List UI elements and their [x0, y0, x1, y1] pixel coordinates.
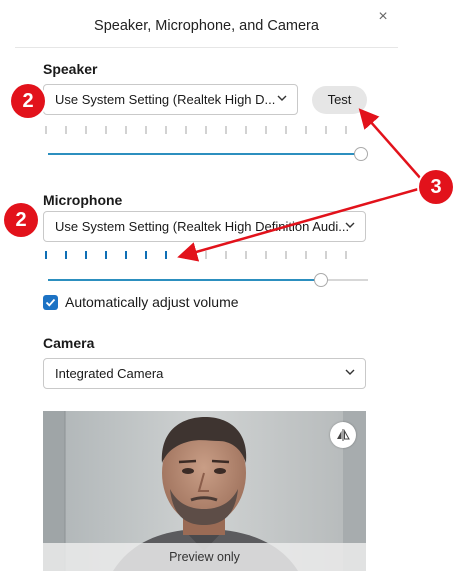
- level-tick: [85, 251, 87, 259]
- level-tick: [285, 251, 287, 259]
- speaker-level-meter: [45, 126, 365, 134]
- level-tick: [165, 251, 167, 259]
- chevron-down-icon: [345, 222, 355, 228]
- level-tick: [65, 251, 67, 259]
- level-tick: [145, 251, 147, 259]
- level-tick: [65, 126, 67, 134]
- camera-label: Camera: [43, 335, 95, 351]
- annotation-badge-3: 3: [419, 170, 453, 204]
- slider-fill: [48, 153, 361, 155]
- checkmark-icon: [45, 298, 56, 307]
- level-tick: [145, 126, 147, 134]
- slider-thumb[interactable]: [314, 273, 328, 287]
- auto-adjust-checkbox[interactable]: [43, 294, 58, 310]
- level-tick: [325, 126, 327, 134]
- level-tick: [125, 251, 127, 259]
- close-icon[interactable]: ×: [376, 9, 390, 25]
- level-tick: [285, 126, 287, 134]
- level-tick: [205, 251, 207, 259]
- dialog-header: Speaker, Microphone, and Camera ×: [15, 0, 398, 48]
- microphone-select-value: Use System Setting (Realtek High Definit…: [55, 219, 350, 234]
- slider-fill: [48, 279, 321, 281]
- level-tick: [165, 126, 167, 134]
- level-tick: [205, 126, 207, 134]
- level-tick: [325, 251, 327, 259]
- mirror-flip-icon: [337, 429, 350, 441]
- level-tick: [345, 251, 347, 259]
- level-tick: [265, 126, 267, 134]
- level-tick: [245, 126, 247, 134]
- chevron-down-icon: [277, 95, 287, 101]
- level-tick: [345, 126, 347, 134]
- level-tick: [305, 251, 307, 259]
- speaker-select[interactable]: Use System Setting (Realtek High D...: [43, 84, 298, 115]
- level-tick: [305, 126, 307, 134]
- level-tick: [225, 251, 227, 259]
- speaker-select-value: Use System Setting (Realtek High D...: [55, 92, 276, 107]
- chevron-down-icon: [345, 369, 355, 375]
- annotation-badge-2-speaker: 2: [11, 84, 45, 118]
- auto-adjust-label: Automatically adjust volume: [65, 294, 239, 310]
- level-tick: [245, 251, 247, 259]
- auto-adjust-row[interactable]: Automatically adjust volume: [43, 292, 239, 312]
- microphone-volume-slider[interactable]: [48, 273, 368, 287]
- level-tick: [185, 251, 187, 259]
- mirror-flip-button[interactable]: [330, 422, 356, 448]
- level-tick: [265, 251, 267, 259]
- slider-thumb[interactable]: [354, 147, 368, 161]
- annotation-badge-2-microphone: 2: [4, 203, 38, 237]
- level-tick: [85, 126, 87, 134]
- level-tick: [185, 126, 187, 134]
- dialog-title: Speaker, Microphone, and Camera: [94, 18, 319, 34]
- speaker-volume-slider[interactable]: [48, 147, 368, 161]
- camera-select-value: Integrated Camera: [55, 366, 164, 381]
- level-tick: [45, 126, 47, 134]
- level-tick: [125, 126, 127, 134]
- av-settings-dialog: Speaker, Microphone, and Camera × Speake…: [15, 0, 398, 571]
- camera-select[interactable]: Integrated Camera: [43, 358, 366, 389]
- camera-preview: Preview only: [43, 411, 366, 571]
- speaker-label: Speaker: [43, 61, 98, 77]
- level-tick: [105, 251, 107, 259]
- preview-caption: Preview only: [43, 543, 366, 571]
- speaker-test-button[interactable]: Test: [312, 86, 367, 114]
- level-tick: [45, 251, 47, 259]
- level-tick: [105, 126, 107, 134]
- microphone-level-meter: [45, 251, 365, 259]
- level-tick: [225, 126, 227, 134]
- microphone-select[interactable]: Use System Setting (Realtek High Definit…: [43, 211, 366, 242]
- microphone-label: Microphone: [43, 192, 123, 208]
